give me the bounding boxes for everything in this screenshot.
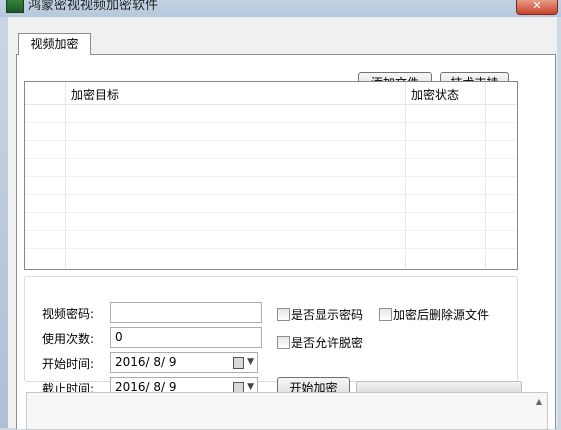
close-icon: ✕ bbox=[532, 0, 542, 12]
delete-source-checkbox[interactable] bbox=[379, 308, 392, 321]
row-line bbox=[25, 230, 517, 231]
window-title: 鸿蒙密视视频加密软件 bbox=[28, 0, 159, 13]
title-bar: 鸿蒙密视视频加密软件 ✕ bbox=[0, 0, 561, 17]
start-time-label: 开始时间: bbox=[42, 357, 95, 371]
row-line bbox=[25, 248, 517, 249]
scroll-up-icon[interactable]: ▲ bbox=[536, 397, 542, 406]
file-list[interactable]: 加密目标 加密状态 bbox=[24, 81, 518, 270]
close-button[interactable]: ✕ bbox=[516, 0, 558, 15]
show-password-checkbox[interactable] bbox=[277, 308, 290, 321]
usage-count-label: 使用次数: bbox=[42, 332, 95, 346]
row-line bbox=[25, 122, 517, 123]
start-date-picker[interactable]: 2016/ 8/ 9 ▼ bbox=[110, 352, 258, 373]
row-line bbox=[25, 212, 517, 213]
client-area: 视频加密 添加文件 技术支持 加密目标 加密状态 视频密码: 使用次数: 0 开… bbox=[8, 17, 557, 430]
column-header-target[interactable]: 加密目标 bbox=[71, 86, 119, 103]
show-password-label[interactable]: 是否显示密码 bbox=[291, 306, 363, 323]
chevron-down-icon[interactable]: ▼ bbox=[238, 356, 254, 369]
window-border bbox=[0, 17, 8, 428]
row-line bbox=[25, 158, 517, 159]
usage-count-field[interactable]: 0 bbox=[110, 327, 262, 348]
allow-decrypt-label[interactable]: 是否允许脱密 bbox=[291, 334, 363, 351]
tab-video-encrypt[interactable]: 视频加密 bbox=[18, 33, 91, 55]
column-header-status[interactable]: 加密状态 bbox=[411, 86, 459, 103]
row-line bbox=[25, 140, 517, 141]
list-header: 加密目标 加密状态 bbox=[25, 82, 517, 105]
allow-decrypt-checkbox[interactable] bbox=[277, 336, 290, 349]
log-area[interactable]: ▲ bbox=[26, 392, 548, 430]
start-date-value: 2016/ 8/ 9 bbox=[115, 355, 177, 369]
delete-source-label[interactable]: 加密后删除源文件 bbox=[393, 306, 489, 323]
app-icon bbox=[6, 0, 24, 13]
row-line bbox=[25, 176, 517, 177]
password-label: 视频密码: bbox=[42, 307, 95, 321]
row-line bbox=[25, 194, 517, 195]
password-field[interactable] bbox=[110, 302, 262, 323]
settings-panel bbox=[24, 276, 518, 382]
